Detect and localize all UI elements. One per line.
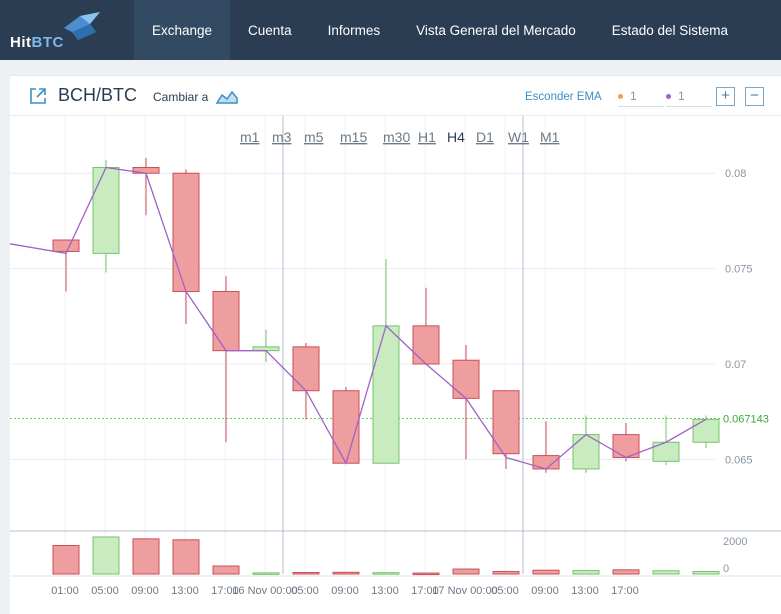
- zoom-in-button[interactable]: +: [716, 87, 735, 106]
- volume-bar[interactable]: [52, 545, 80, 575]
- nav-exchange[interactable]: Exchange: [134, 0, 231, 60]
- volume-bar[interactable]: [92, 536, 120, 575]
- volume-bar[interactable]: [172, 539, 200, 575]
- volume-tick-label: 2000: [723, 536, 747, 548]
- expand-icon[interactable]: [29, 87, 47, 105]
- timeframe-w1-button[interactable]: W1: [508, 129, 529, 145]
- volume-bar[interactable]: [692, 571, 720, 575]
- y-tick-label: 0.075: [725, 264, 753, 276]
- nav-informes[interactable]: Informes: [310, 0, 399, 60]
- x-tick-label: 01:00: [51, 585, 79, 597]
- candle-body[interactable]: [52, 239, 80, 252]
- timeframe-m5-button[interactable]: m5: [304, 129, 324, 145]
- volume-bar[interactable]: [492, 571, 520, 575]
- nav-estado-sistema[interactable]: Estado del Sistema: [594, 0, 746, 60]
- ema-period-2-field[interactable]: 1: [666, 89, 712, 107]
- ema-period-1-field[interactable]: 1: [618, 89, 664, 107]
- x-tick-label: 09:00: [131, 585, 159, 597]
- current-price-label: 0.067143: [723, 414, 769, 426]
- purple-dot-icon: [666, 94, 671, 99]
- x-tick-label: 05:00: [291, 585, 319, 597]
- timeframe-h1-button[interactable]: H1: [418, 129, 436, 145]
- volume-tick-label: 0: [723, 563, 729, 575]
- switch-label: Cambiar a: [153, 90, 209, 104]
- volume-bar[interactable]: [652, 570, 680, 575]
- volume-bar[interactable]: [452, 568, 480, 575]
- volume-bar[interactable]: [412, 572, 440, 576]
- timeframe-m1-button[interactable]: M1: [540, 129, 560, 145]
- timeframe-h4-button[interactable]: H4: [447, 129, 465, 145]
- candle-body[interactable]: [292, 346, 320, 392]
- volume-bar[interactable]: [572, 570, 600, 575]
- volume-bar[interactable]: [532, 569, 560, 575]
- timeframe-m30-button[interactable]: m30: [383, 129, 410, 145]
- x-tick-label: 05:00: [91, 585, 119, 597]
- candle-body[interactable]: [692, 418, 720, 443]
- volume-bar[interactable]: [212, 565, 240, 575]
- x-tick-label: 05:00: [491, 585, 519, 597]
- candle-body[interactable]: [332, 390, 360, 464]
- zoom-out-button[interactable]: −: [745, 87, 764, 106]
- candle-body[interactable]: [212, 291, 240, 352]
- candle-body[interactable]: [372, 325, 400, 464]
- top-navbar: HitBTC Exchange Cuenta Informes Vista Ge…: [0, 0, 781, 60]
- x-tick-label: 17:00: [611, 585, 639, 597]
- x-tick-label: 17 Nov 00:00: [432, 585, 497, 597]
- volume-bar[interactable]: [132, 538, 160, 575]
- nav-cuenta[interactable]: Cuenta: [230, 0, 310, 60]
- bird-logo-icon: [64, 12, 100, 40]
- y-tick-label: 0.07: [725, 359, 746, 371]
- volume-bar[interactable]: [252, 572, 280, 575]
- timeframe-d1-button[interactable]: D1: [476, 129, 494, 145]
- x-tick-label: 09:00: [531, 585, 559, 597]
- chart-panel-header: BCH/BTC Cambiar a Esconder EMA 1 1 + −: [10, 76, 781, 116]
- nav-vista-general[interactable]: Vista General del Mercado: [398, 0, 594, 60]
- hide-ema-toggle[interactable]: Esconder EMA: [525, 91, 602, 103]
- area-chart-icon[interactable]: [216, 89, 238, 105]
- x-tick-label: 13:00: [171, 585, 199, 597]
- x-tick-label: 09:00: [331, 585, 359, 597]
- timeframe-m3-button[interactable]: m3: [272, 129, 292, 145]
- orange-dot-icon: [618, 94, 623, 99]
- timeframe-m1-button[interactable]: m1: [240, 129, 260, 145]
- volume-bar[interactable]: [372, 572, 400, 575]
- pair-title: BCH/BTC: [58, 85, 138, 105]
- volume-bar[interactable]: [612, 569, 640, 575]
- x-tick-label: 13:00: [371, 585, 399, 597]
- volume-bar[interactable]: [292, 571, 320, 575]
- timeframe-m15-button[interactable]: m15: [340, 129, 367, 145]
- brand-name: HitBTC: [10, 34, 64, 51]
- x-tick-label: 16 Nov 00:00: [232, 585, 297, 597]
- volume-bar[interactable]: [332, 571, 360, 575]
- y-tick-label: 0.065: [725, 454, 753, 466]
- x-tick-label: 13:00: [571, 585, 599, 597]
- candle-body[interactable]: [92, 167, 120, 254]
- main-nav: Exchange Cuenta Informes Vista General d…: [134, 0, 746, 60]
- y-tick-label: 0.08: [725, 168, 746, 180]
- candle-body[interactable]: [172, 172, 200, 293]
- hitbtc-logo[interactable]: HitBTC: [10, 8, 110, 52]
- candle-body[interactable]: [452, 359, 480, 399]
- candlestick-chart[interactable]: 0.08 0.075 0.07 0.065 m1 m3 m5 m15 m30 H1 H4 D1 W1 M1…: [10, 116, 781, 614]
- candle-body[interactable]: [412, 325, 440, 365]
